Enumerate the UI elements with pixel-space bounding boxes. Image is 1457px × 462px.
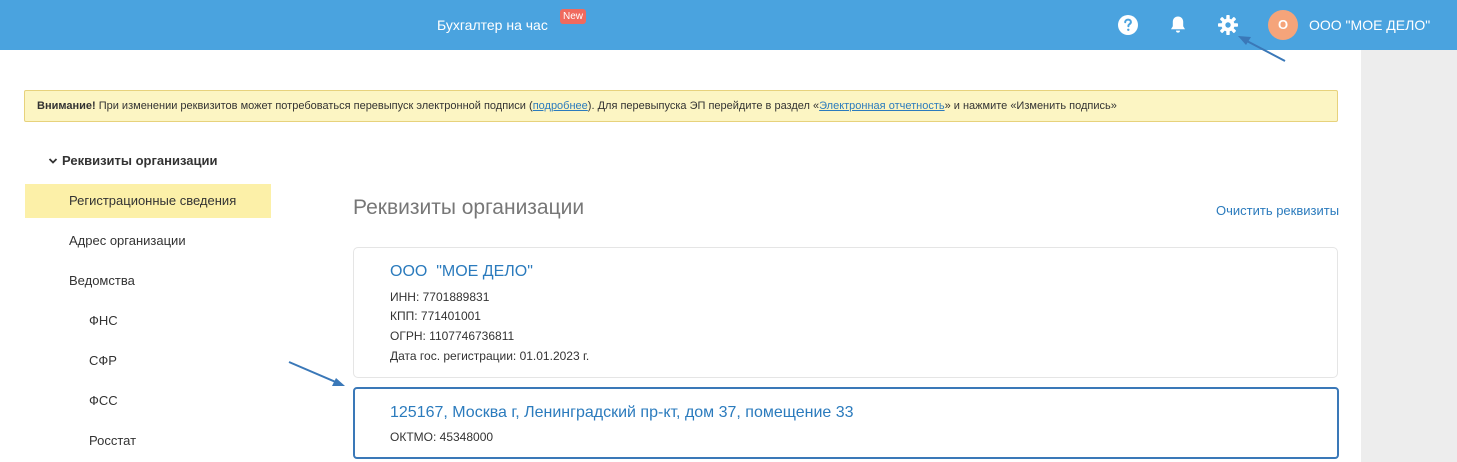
inn-value: ИНН: 7701889831 — [390, 290, 490, 304]
signature-warning-banner: Внимание! При изменении реквизитов может… — [24, 90, 1338, 122]
warning-text-2: ). Для перевыпуска ЭП перейдите в раздел… — [587, 100, 820, 112]
sidebar-section-header[interactable]: Реквизиты организации — [48, 153, 217, 168]
new-badge: New — [560, 9, 587, 24]
top-bar: Бухгалтер на час New О ООО "МОЕ ДЕЛО" — [0, 0, 1457, 50]
warning-text-1: При изменении реквизитов может потребова… — [95, 100, 533, 112]
org-name-link[interactable]: ООО "МОЕ ДЕЛО" — [390, 263, 533, 281]
warning-bold-label: Внимание! — [37, 100, 96, 112]
org-name-menu[interactable]: ООО "МОЕ ДЕЛО" — [1309, 17, 1430, 33]
address-link[interactable]: 125167, Москва г, Ленинградский пр-кт, д… — [390, 404, 854, 422]
right-gray-panel — [1361, 50, 1457, 462]
sidebar-item-registration[interactable]: Регистрационные сведения — [69, 193, 236, 208]
gear-icon[interactable] — [1216, 13, 1240, 37]
sidebar-section-title: Реквизиты организации — [62, 153, 218, 168]
page-title: Реквизиты организации — [353, 196, 585, 219]
sidebar-item-rosstat[interactable]: Росстат — [89, 433, 136, 448]
sidebar-item-sfr[interactable]: СФР — [89, 353, 117, 368]
help-circle-icon[interactable] — [1116, 13, 1140, 37]
sidebar-item-fss[interactable]: ФСС — [89, 393, 118, 408]
oktmo-value: ОКТМО: 45348000 — [390, 430, 494, 444]
avatar[interactable]: О — [1268, 10, 1298, 40]
bell-icon[interactable] — [1166, 13, 1190, 37]
clear-requisites-link[interactable]: Очистить реквизиты — [1216, 203, 1339, 218]
sidebar-item-address[interactable]: Адрес организации — [69, 233, 186, 248]
org-info-card: ООО "МОЕ ДЕЛО" ИНН: 7701889831 КПП: 7714… — [353, 247, 1338, 378]
registration-date-value: Дата гос. регистрации: 01.01.2023 г. — [390, 349, 590, 363]
electronic-reporting-link[interactable]: Электронная отчетность — [819, 100, 944, 112]
kpp-value: КПП: 771401001 — [390, 309, 481, 323]
sidebar-item-fns[interactable]: ФНС — [89, 313, 118, 328]
sidebar-item-agencies[interactable]: Ведомства — [69, 273, 135, 288]
chevron-down-icon — [48, 157, 62, 168]
ogrn-value: ОГРН: 1107746736811 — [390, 329, 515, 343]
address-card: 125167, Москва г, Ленинградский пр-кт, д… — [353, 387, 1339, 459]
more-details-link[interactable]: подробнее — [533, 100, 588, 112]
arrow-to-address-card — [288, 361, 345, 386]
service-accountant-link[interactable]: Бухгалтер на час — [437, 17, 548, 33]
warning-text-3: » и нажмите «Изменить подпись» — [944, 100, 1117, 112]
